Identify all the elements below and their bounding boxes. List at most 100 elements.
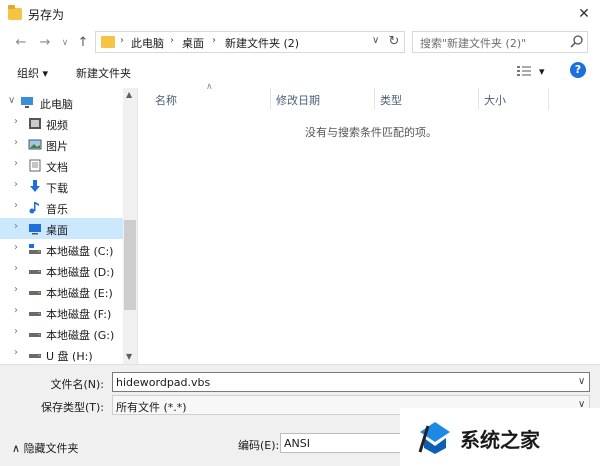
column-header-date-modified[interactable]: 修改日期 [276,92,320,114]
sidebar-item-drive-g[interactable]: › 本地磁盘 (G:) [0,323,123,344]
chevron-right-icon[interactable]: › [14,200,18,211]
scrollbar-thumb[interactable] [124,220,136,310]
hide-folders-button[interactable]: ∧ 隐藏文件夹 [12,440,79,456]
sidebar-item-music[interactable]: › 音乐 [0,197,123,218]
filetype-value[interactable]: 所有文件 (*.*) [116,399,187,415]
documents-folder-icon [29,159,41,172]
sidebar-item-label: 本地磁盘 (G:) [46,329,115,342]
column-divider[interactable] [478,88,479,110]
sidebar-item-label: 本地磁盘 (F:) [46,308,112,321]
chevron-right-icon[interactable]: › [14,242,18,253]
back-button[interactable]: ← [12,34,30,52]
drive-icon [29,333,41,337]
chevron-right-icon[interactable]: › [14,179,18,190]
breadcrumb-separator: › [212,35,216,46]
breadcrumb-new-folder[interactable]: 新建文件夹 (2) [225,35,299,51]
title-bar [0,0,600,28]
sidebar-item-label: 本地磁盘 (E:) [46,287,113,300]
pictures-folder-icon [28,139,42,150]
scroll-down-icon[interactable]: ▼ [126,352,132,361]
navigation-pane: ∨ 此电脑 › 视频 › 图片 › 文档 › 下载 › 音乐 › 桌面 › 本地… [0,88,123,364]
recent-locations-button[interactable]: ∨ [56,34,74,52]
chevron-right-icon[interactable]: › [14,221,18,232]
watermark-logo-icon [418,422,450,454]
chevron-down-icon[interactable]: ∨ [8,95,15,106]
sidebar-item-label: 桌面 [46,224,68,237]
breadcrumb-separator: › [120,35,124,46]
column-divider[interactable] [548,88,549,110]
sidebar-item-downloads[interactable]: › 下载 [0,176,123,197]
new-folder-button[interactable]: 新建文件夹 [76,65,131,81]
filename-dropdown[interactable]: ∨ [578,376,585,387]
usb-drive-icon [29,354,41,358]
empty-list-message: 没有与搜索条件匹配的项。 [305,126,437,139]
breadcrumb-separator: › [170,35,174,46]
breadcrumb-desktop[interactable]: 桌面 [182,35,204,51]
drive-icon [29,312,41,316]
organize-button[interactable]: 组织 ▾ [17,65,48,81]
sidebar-item-label: 下载 [46,182,68,195]
sidebar-item-label: 文档 [46,161,68,174]
sidebar-item-label: 本地磁盘 (C:) [46,245,114,258]
up-button[interactable]: ↑ [74,34,92,52]
filename-value[interactable]: hidewordpad.vbs [116,376,210,389]
scroll-up-icon[interactable]: ▲ [126,90,132,99]
sidebar-item-drive-f[interactable]: › 本地磁盘 (F:) [0,302,123,323]
folder-icon [8,5,22,20]
column-header-size[interactable]: 大小 [484,92,506,114]
refresh-button[interactable]: ↻ [385,33,403,51]
chevron-right-icon[interactable]: › [14,326,18,337]
chevron-right-icon[interactable]: › [14,347,18,358]
sort-ascending-icon: ∧ [206,82,213,92]
desktop-icon [29,224,41,235]
sidebar-item-drive-d[interactable]: › 本地磁盘 (D:) [0,260,123,281]
system-drive-icon [29,244,41,254]
encoding-label: 编码(E): [238,439,280,452]
help-icon[interactable]: ? [570,62,586,78]
filetype-label: 保存类型(T): [40,401,104,414]
chevron-right-icon[interactable]: › [14,137,18,148]
chevron-right-icon[interactable]: › [14,284,18,295]
chevron-right-icon[interactable]: › [14,158,18,169]
view-dropdown[interactable]: ▾ [539,65,545,78]
search-input[interactable]: 搜索"新建文件夹 (2)" [420,35,526,51]
sidebar-item-videos[interactable]: › 视频 [0,113,123,134]
sidebar-item-drive-e[interactable]: › 本地磁盘 (E:) [0,281,123,302]
folder-icon [101,36,115,48]
view-options-icon[interactable] [516,64,532,78]
sidebar-item-drive-c[interactable]: › 本地磁盘 (C:) [0,239,123,260]
chevron-right-icon[interactable]: › [14,305,18,316]
sidebar-item-label: 图片 [46,140,68,153]
column-divider[interactable] [270,88,271,110]
sidebar-item-this-pc[interactable]: ∨ 此电脑 [0,92,123,113]
hide-folders-label: 隐藏文件夹 [23,442,79,455]
column-divider[interactable] [374,88,375,110]
music-icon [29,202,39,214]
search-icon[interactable] [569,34,585,50]
encoding-value[interactable]: ANSI [284,437,310,450]
drive-icon [29,291,41,295]
window-title: 另存为 [28,8,65,22]
breadcrumb-this-pc[interactable]: 此电脑 [131,35,164,51]
sidebar-item-label: 音乐 [46,203,68,216]
sidebar-item-pictures[interactable]: › 图片 [0,134,123,155]
chevron-right-icon[interactable]: › [14,116,18,127]
download-icon [30,180,40,192]
forward-button[interactable]: → [36,34,54,52]
sidebar-item-label: 此电脑 [40,98,73,111]
chevron-right-icon[interactable]: › [14,263,18,274]
sidebar-item-label: 本地磁盘 (D:) [46,266,115,279]
column-header-type[interactable]: 类型 [380,92,402,114]
sidebar-item-documents[interactable]: › 文档 [0,155,123,176]
sidebar-item-desktop[interactable]: › 桌面 [0,218,123,239]
sidebar-item-usb-h[interactable]: › U 盘 (H:) [0,344,123,364]
sidebar-item-label: U 盘 (H:) [46,350,93,363]
filename-label: 文件名(N): [50,378,104,391]
close-button[interactable]: ✕ [574,4,594,24]
drive-icon [29,270,41,274]
pane-divider[interactable] [137,88,138,364]
column-header-name[interactable]: 名称 [155,92,177,114]
sidebar-item-label: 视频 [46,119,68,132]
address-dropdown[interactable]: ∨ [372,35,379,46]
chevron-up-icon: ∧ [12,442,21,455]
